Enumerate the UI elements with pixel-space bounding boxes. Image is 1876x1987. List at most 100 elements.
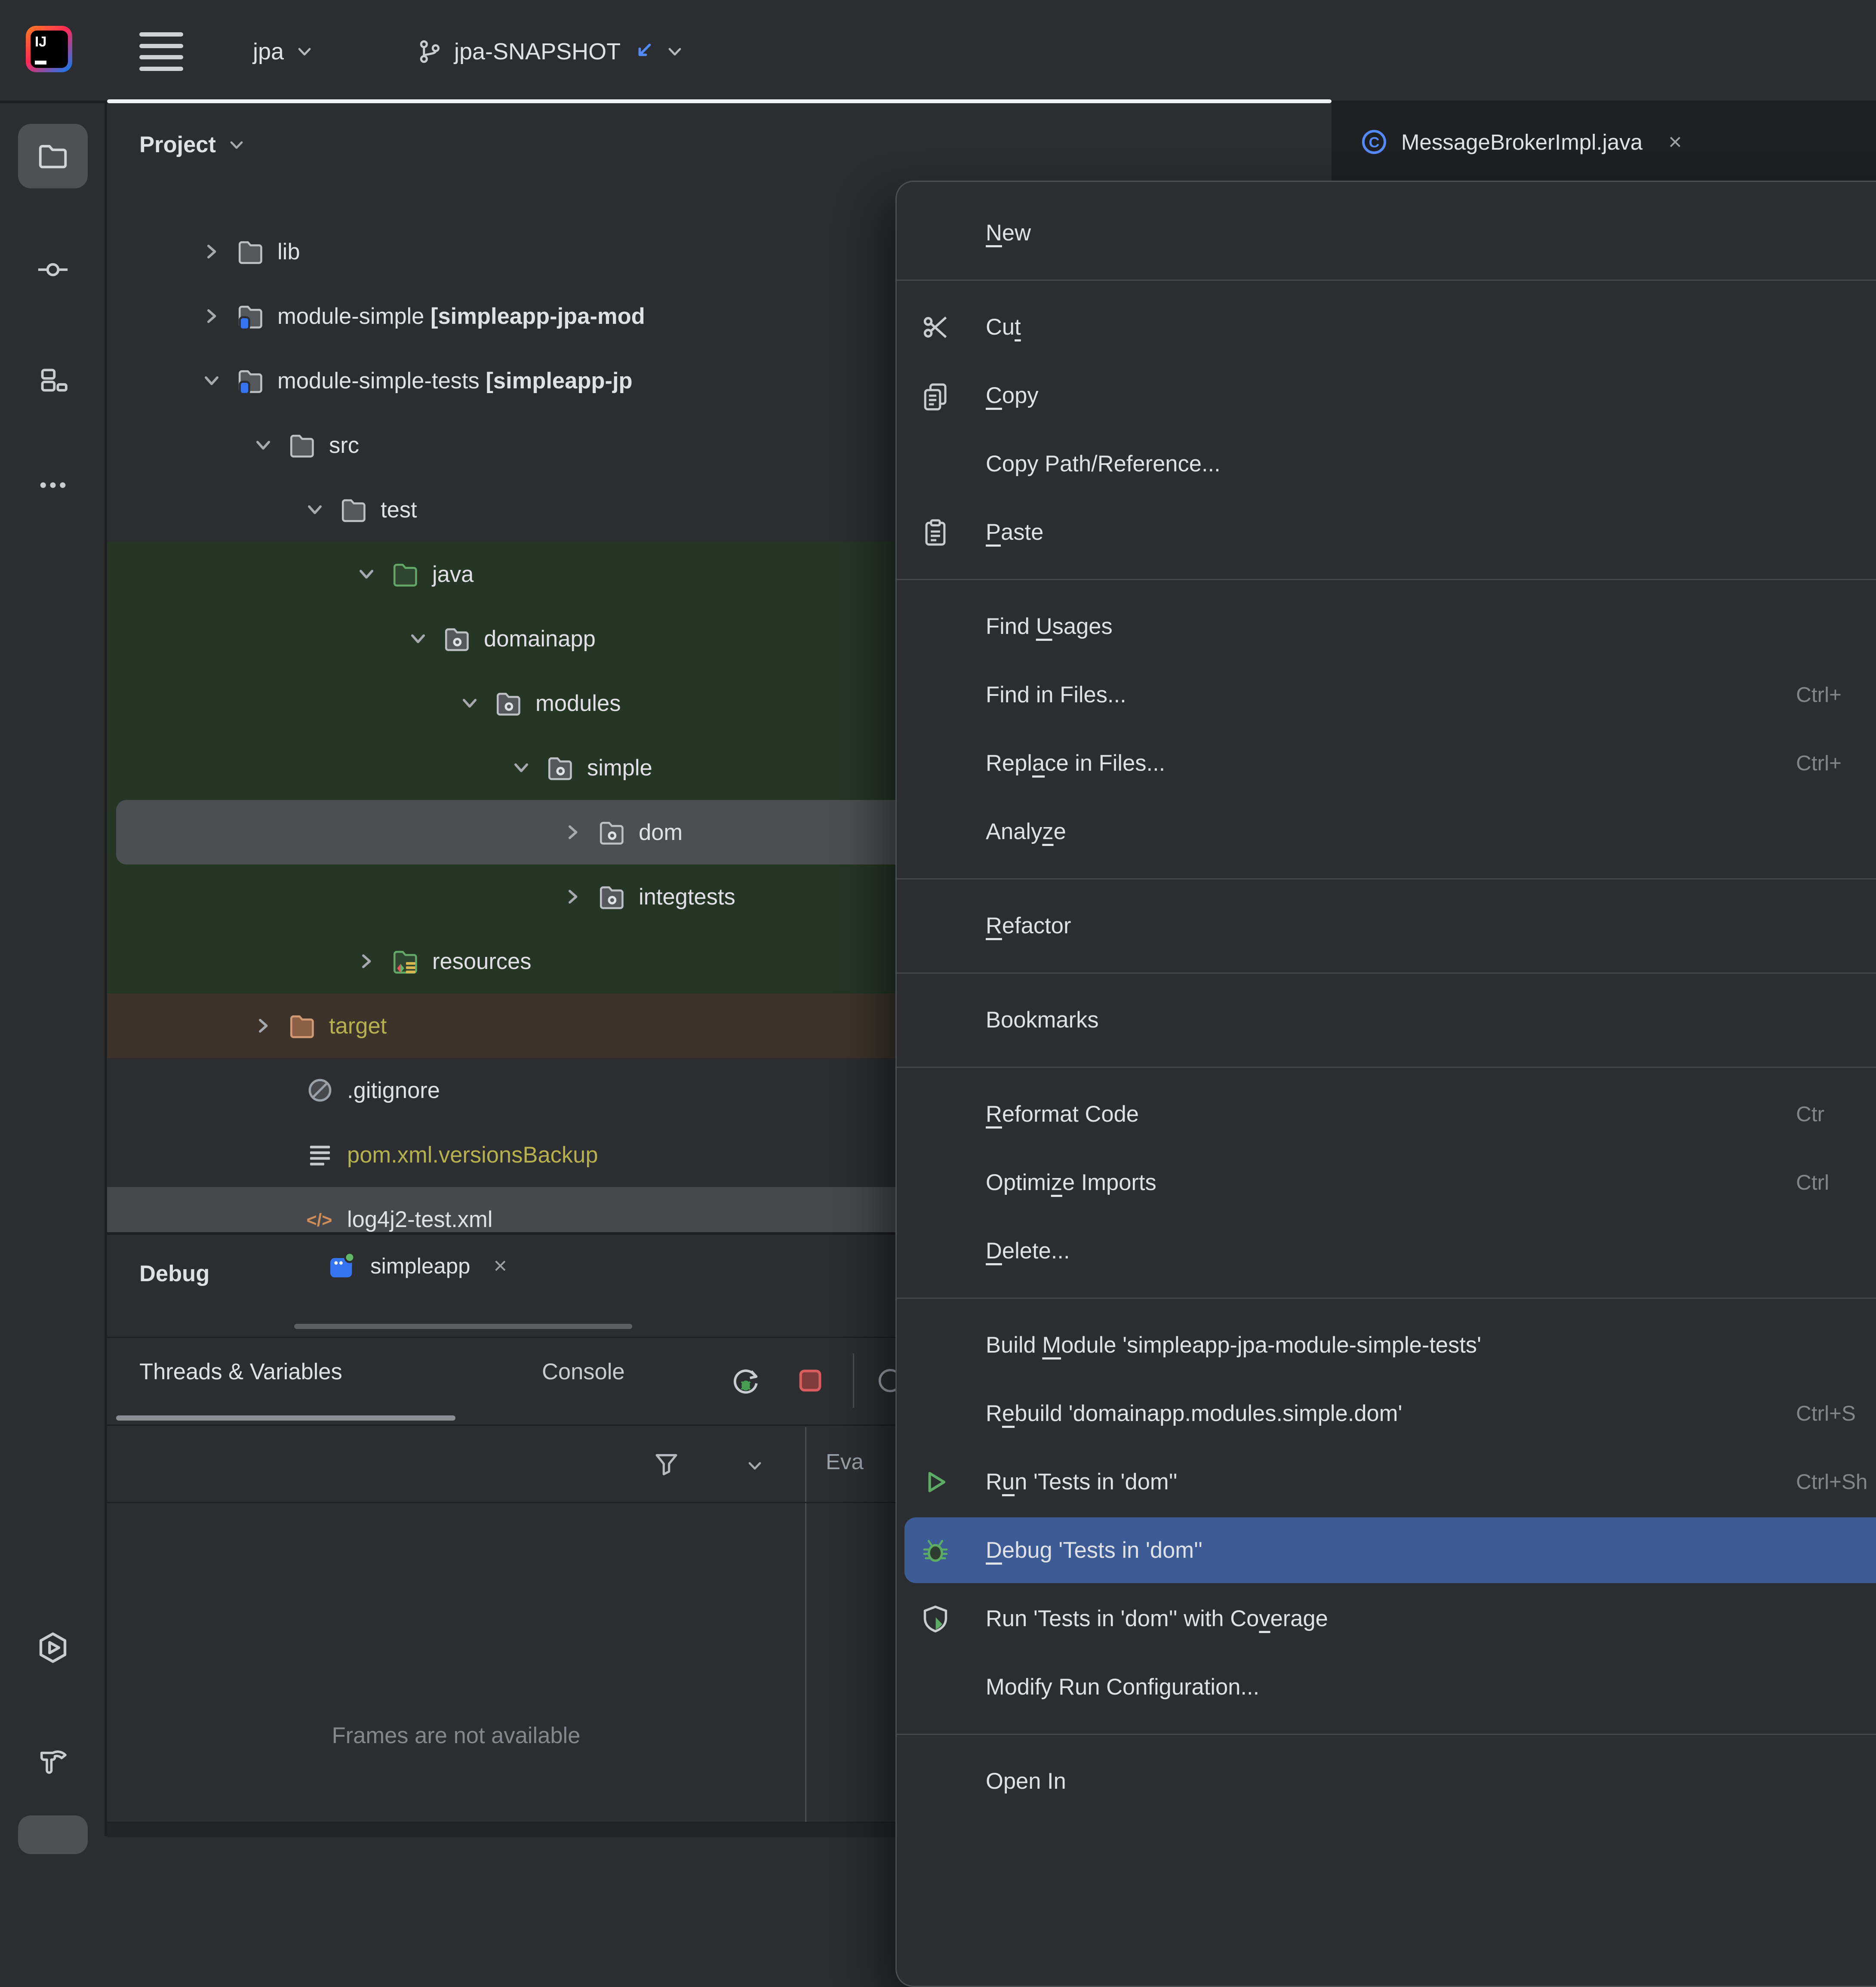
menu-item-delete[interactable]: Delete... xyxy=(897,1217,1876,1285)
menu-item-label: Run 'Tests in 'dom'' with Coverage xyxy=(986,1606,1328,1632)
project-selector-label: jpa xyxy=(253,38,284,65)
menu-item-label: Copy Path/Reference... xyxy=(986,451,1221,477)
chevron-down-icon xyxy=(664,41,685,62)
active-tab-underline xyxy=(116,1415,455,1421)
close-icon[interactable]: × xyxy=(1668,129,1682,155)
project-header-label: Project xyxy=(139,132,216,158)
menu-item-open-in[interactable]: Open In xyxy=(897,1747,1876,1815)
menu-item-bookmarks[interactable]: Bookmarks xyxy=(897,986,1876,1054)
copy-icon xyxy=(920,380,951,411)
evaluate-expression-field[interactable]: Eva xyxy=(826,1449,864,1474)
stop-button[interactable] xyxy=(795,1365,826,1396)
chevron-expanded-icon[interactable] xyxy=(352,560,381,588)
debug-session-tab[interactable]: simpleapp × xyxy=(326,1250,507,1281)
chevron-collapsed-icon[interactable] xyxy=(249,1012,277,1040)
menu-separator xyxy=(897,1285,1876,1311)
package-icon xyxy=(597,818,626,846)
tab-threads-variables[interactable]: Threads & Variables xyxy=(139,1359,342,1385)
git-branch-icon xyxy=(415,37,444,66)
menu-item-label: Cut xyxy=(986,314,1021,340)
folder-icon xyxy=(339,495,368,524)
menu-separator xyxy=(897,866,1876,892)
menu-item-find-in-files[interactable]: Find in Files...Ctrl+ xyxy=(897,661,1876,729)
chevron-expanded-icon[interactable] xyxy=(455,689,484,717)
menu-item-new[interactable]: New xyxy=(897,199,1876,267)
menu-item-copy-path-reference[interactable]: Copy Path/Reference... xyxy=(897,430,1876,498)
chevron-expanded-icon[interactable] xyxy=(404,624,432,653)
sidebar-item-build[interactable] xyxy=(18,1726,88,1791)
chevron-expanded-icon[interactable] xyxy=(507,754,535,782)
menu-item-optimize-imports[interactable]: Optimize ImportsCtrl xyxy=(897,1148,1876,1217)
tree-row-label: pom.xml.versionsBackup xyxy=(347,1142,598,1168)
tab-console[interactable]: Console xyxy=(542,1359,625,1385)
sidebar-item-structure[interactable] xyxy=(18,350,88,414)
menu-separator xyxy=(897,267,1876,293)
sidebar-item-commit[interactable] xyxy=(18,237,88,302)
menu-item-reformat-code[interactable]: Reformat CodeCtr xyxy=(897,1080,1876,1148)
coverage-icon xyxy=(920,1603,951,1634)
menu-item-cut[interactable]: Cut xyxy=(897,293,1876,361)
package-icon xyxy=(546,754,574,782)
menu-item-label: Paste xyxy=(986,519,1043,545)
close-icon[interactable]: × xyxy=(493,1252,507,1279)
main-menu-button[interactable] xyxy=(139,32,183,71)
menu-item-label: Copy xyxy=(986,382,1039,409)
tree-row-label: integtests xyxy=(639,884,735,910)
menu-item-refactor[interactable]: Refactor xyxy=(897,892,1876,960)
debug-toolwindow-title: Debug xyxy=(139,1261,209,1287)
tree-row-label: resources xyxy=(432,948,532,975)
chevron-expanded-icon[interactable] xyxy=(197,366,226,395)
menu-item-analyze[interactable]: Analyze xyxy=(897,797,1876,866)
menu-item-copy[interactable]: Copy xyxy=(897,361,1876,430)
frames-placeholder: Frames are not available xyxy=(107,1722,805,1749)
chevron-expanded-icon[interactable] xyxy=(301,495,329,524)
sidebar-item-project[interactable] xyxy=(18,124,88,188)
menu-item-paste[interactable]: Paste xyxy=(897,498,1876,566)
services-icon xyxy=(35,1630,71,1666)
chevron-collapsed-icon[interactable] xyxy=(197,237,226,266)
menu-item-replace-in-files[interactable]: Replace in Files...Ctrl+ xyxy=(897,729,1876,797)
chevron-expanded-icon[interactable] xyxy=(249,431,277,459)
vcs-branch-widget[interactable]: jpa-SNAPSHOT xyxy=(415,26,685,77)
menu-item-label: Refactor xyxy=(986,913,1071,939)
sidebar-item-active-toolwindow-partial[interactable] xyxy=(18,1815,88,1854)
menu-item-shortcut: Ctrl+ xyxy=(1796,751,1842,775)
menu-item-debug-tests-in-dom[interactable]: Debug 'Tests in 'dom'' xyxy=(897,1516,1876,1584)
project-header[interactable]: Project xyxy=(139,132,247,158)
menu-item-shortcut: Ctrl+Sh xyxy=(1796,1470,1867,1494)
filter-button[interactable] xyxy=(652,1449,683,1480)
project-selector[interactable]: jpa xyxy=(253,26,315,77)
folder-icon xyxy=(288,431,316,459)
tree-row-label: target xyxy=(329,1013,387,1039)
tree-row-label: log4j2-test.xml xyxy=(347,1206,492,1233)
menu-item-build-module-simpleapp-jpa-module-simple-tests[interactable]: Build Module 'simpleapp-jpa-module-simpl… xyxy=(897,1311,1876,1379)
package-icon xyxy=(494,689,523,717)
rerun-debug-button[interactable] xyxy=(730,1365,761,1396)
menu-item-run-tests-in-dom-with-coverage[interactable]: Run 'Tests in 'dom'' with Coverage xyxy=(897,1584,1876,1653)
tree-row-label: java xyxy=(432,561,474,587)
package-icon xyxy=(443,624,471,653)
context-menu: New Cut Copy Copy Path/Reference... Paste Fin… xyxy=(895,181,1876,1987)
menu-item-run-tests-in-dom[interactable]: Run 'Tests in 'dom''Ctrl+Sh xyxy=(897,1448,1876,1516)
chevron-collapsed-icon[interactable] xyxy=(559,818,587,846)
sidebar-item-more[interactable] xyxy=(18,453,88,517)
chevron-collapsed-icon[interactable] xyxy=(559,883,587,911)
toolbar-divider xyxy=(853,1353,854,1408)
app-window-icon xyxy=(326,1250,357,1281)
left-sidebar xyxy=(0,103,105,1836)
menu-item-modify-run-configuration[interactable]: Modify Run Configuration... xyxy=(897,1653,1876,1721)
chevron-collapsed-icon[interactable] xyxy=(197,302,226,330)
build-hammer-icon xyxy=(35,1741,71,1777)
filter-chevron-button[interactable] xyxy=(744,1455,775,1486)
menu-item-label: Rebuild 'domainapp.modules.simple.dom' xyxy=(986,1400,1402,1427)
chevron-collapsed-icon[interactable] xyxy=(352,947,381,975)
panel-bottom-strip xyxy=(107,1822,895,1837)
menu-item-rebuild-domainapp-modules-simple-dom[interactable]: Rebuild 'domainapp.modules.simple.dom'Ct… xyxy=(897,1379,1876,1448)
svg-text:C: C xyxy=(1369,135,1379,151)
tree-row-label: .gitignore xyxy=(347,1077,440,1104)
editor-tab-messagebrokerimpl[interactable]: C MessageBrokerImpl.java × xyxy=(1360,114,1682,170)
menu-item-label: Open In xyxy=(986,1768,1066,1794)
menu-item-find-usages[interactable]: Find Usages xyxy=(897,592,1876,661)
menu-item-label: Find Usages xyxy=(986,613,1113,640)
sidebar-item-services[interactable] xyxy=(18,1615,88,1680)
